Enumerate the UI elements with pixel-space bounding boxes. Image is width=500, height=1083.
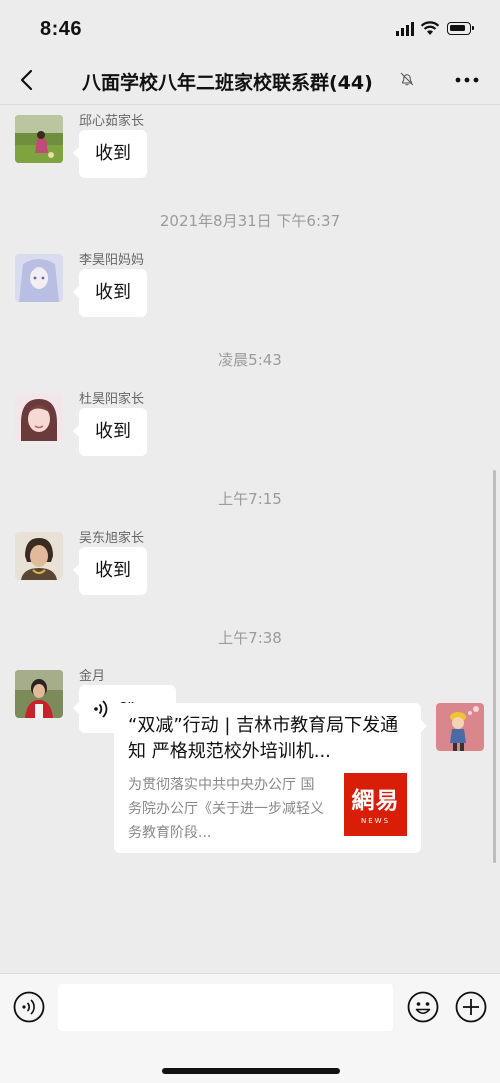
self-avatar[interactable] xyxy=(436,703,484,751)
timestamp: 上午7:38 xyxy=(218,629,282,647)
status-time: 8:46 xyxy=(40,18,83,40)
home-indicator[interactable] xyxy=(162,1068,340,1074)
wifi-icon xyxy=(420,21,440,35)
status-bar: 8:46 xyxy=(0,0,500,58)
cellular-signal-icon xyxy=(396,22,414,36)
avatar[interactable] xyxy=(15,254,63,302)
chat-scrollbar[interactable] xyxy=(493,470,496,863)
message-bubble[interactable]: 收到 xyxy=(73,408,147,456)
back-icon[interactable] xyxy=(16,68,40,92)
link-card-description: 为贯彻落实中共中央办公厅 国务院办公厅《关于进一步减轻义务教育阶段... xyxy=(128,777,324,841)
message-bubble[interactable]: 收到 xyxy=(73,547,147,595)
netease-logo: 網易 xyxy=(351,787,400,814)
avatar[interactable] xyxy=(15,115,63,163)
chat-header: 八面学校八年二班家校联系群(44) xyxy=(0,58,500,105)
link-card[interactable]: “双减”行动 | 吉林市教育局下发通知 严格规范校外培训机... 为贯彻落实中共… xyxy=(114,703,427,853)
input-bar xyxy=(0,973,500,1083)
timestamp: 2021年8月31日 下午6:37 xyxy=(159,212,341,230)
battery-icon xyxy=(447,22,474,35)
avatar[interactable] xyxy=(15,670,63,718)
chat-messages[interactable]: 邱心茹家长 收到 2021年8月31日 下午6:37 李昊阳妈妈 收到 凌晨5:… xyxy=(0,105,500,973)
plus-icon[interactable] xyxy=(455,991,487,1023)
sender-name: 吴东旭家长 xyxy=(79,531,145,546)
timestamp: 凌晨5:43 xyxy=(218,351,282,369)
link-card-title: “双减”行动 | 吉林市教育局下发通知 严格规范校外培训机... xyxy=(128,715,399,762)
sender-name: 邱心茹家长 xyxy=(79,114,145,129)
more-icon[interactable] xyxy=(452,68,482,92)
avatar[interactable] xyxy=(15,532,63,580)
chat-title[interactable]: 八面学校八年二班家校联系群(44) xyxy=(82,68,373,95)
mute-bell-icon xyxy=(400,72,414,86)
message-bubble[interactable]: 收到 xyxy=(73,269,147,317)
sender-name: 金月 xyxy=(79,669,106,684)
netease-news-caption: NEWS xyxy=(360,817,391,825)
link-card-thumbnail: 網易 NEWS xyxy=(344,773,407,836)
sender-name: 杜昊阳家长 xyxy=(79,392,145,407)
avatar[interactable] xyxy=(15,393,63,441)
timestamp: 上午7:15 xyxy=(218,490,282,508)
sender-name: 李昊阳妈妈 xyxy=(79,253,145,268)
voice-wave-icon xyxy=(94,700,108,718)
message-bubble[interactable]: 收到 xyxy=(73,130,147,178)
emoji-icon[interactable] xyxy=(407,991,439,1023)
message-input[interactable] xyxy=(58,984,393,1031)
voice-mode-icon[interactable] xyxy=(13,991,45,1023)
